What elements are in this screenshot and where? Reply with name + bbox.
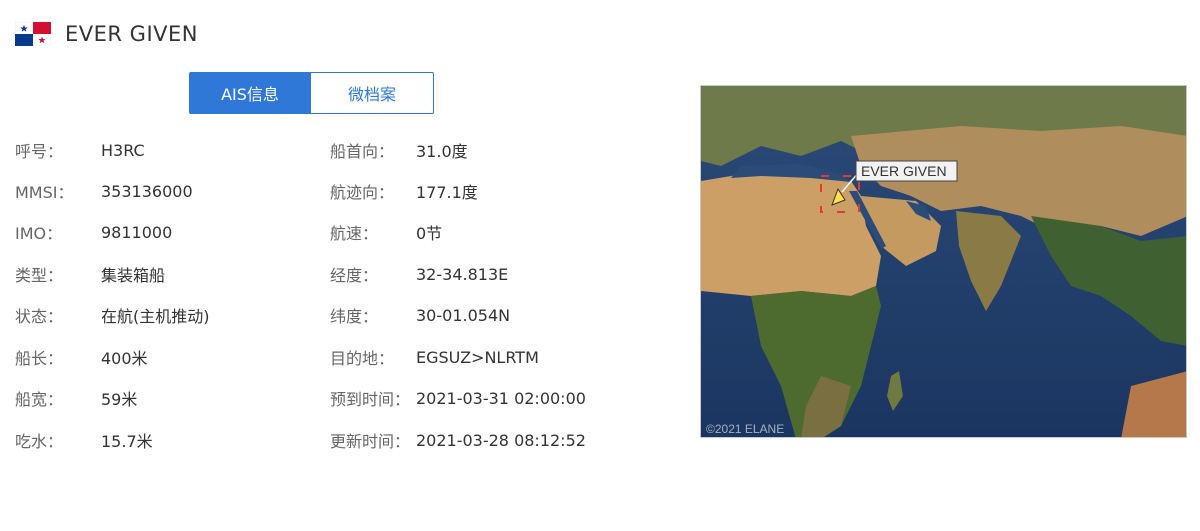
- imo-value: 9811000: [101, 222, 173, 242]
- status-label: 状态：: [15, 307, 64, 326]
- mmsi-value: 353136000: [101, 181, 193, 201]
- mmsi-label: MMSI：: [15, 183, 74, 202]
- draught-label: 吃水：: [15, 432, 64, 451]
- info-row-imo: IMO： 9811000: [15, 212, 172, 252]
- info-row-mmsi: MMSI： 353136000: [15, 171, 193, 211]
- speed-label: 航速：: [330, 224, 379, 243]
- draught-value: 15.7米: [101, 432, 153, 451]
- info-row-destination: 目的地： EGSUZ>NLRTM: [330, 337, 539, 377]
- info-row-latitude: 纬度： 30-01.054N: [330, 295, 510, 335]
- course-value: 177.1度: [416, 183, 478, 202]
- ship-label-tag: EVER GIVEN: [855, 160, 958, 182]
- ship-position-map[interactable]: EVER GIVEN ©2021 ELANE: [700, 85, 1187, 438]
- satellite-map-image[interactable]: EVER GIVEN ©2021 ELANE: [701, 86, 1187, 438]
- eta-value: 2021-03-31 02:00:00: [416, 388, 586, 408]
- course-label: 航迹向：: [330, 183, 395, 202]
- info-row-type: 类型： 集装箱船: [15, 254, 165, 294]
- status-value: 在航(主机推动): [101, 307, 210, 326]
- panama-flag-icon: [15, 22, 51, 46]
- length-label: 船长：: [15, 349, 64, 368]
- callsign-value: H3RC: [101, 140, 145, 160]
- destination-value: EGSUZ>NLRTM: [416, 347, 539, 367]
- type-label: 类型：: [15, 266, 64, 285]
- info-row-heading: 船首向： 31.0度: [330, 130, 468, 170]
- imo-label: IMO：: [15, 224, 63, 243]
- info-row-eta: 预到时间： 2021-03-31 02:00:00: [330, 378, 586, 418]
- map-copyright: ©2021 ELANE: [706, 422, 784, 436]
- type-value: 集装箱船: [101, 266, 166, 285]
- latitude-value: 30-01.054N: [416, 305, 511, 325]
- info-row-longitude: 经度： 32-34.813E: [330, 254, 508, 294]
- longitude-value: 32-34.813E: [416, 264, 509, 284]
- info-tabs: AIS信息 微档案: [189, 72, 434, 114]
- updated-value: 2021-03-28 08:12:52: [416, 430, 586, 450]
- beam-value: 59米: [101, 390, 138, 409]
- tab-ais-info[interactable]: AIS信息: [189, 72, 311, 114]
- longitude-label: 经度：: [330, 266, 379, 285]
- ship-name: EVER GIVEN: [65, 22, 198, 46]
- callsign-label: 呼号：: [15, 142, 64, 161]
- updated-label: 更新时间：: [330, 432, 411, 451]
- latitude-label: 纬度：: [330, 307, 379, 326]
- destination-label: 目的地：: [330, 349, 395, 368]
- beam-label: 船宽：: [15, 390, 64, 409]
- info-row-length: 船长： 400米: [15, 337, 148, 377]
- heading-value: 31.0度: [416, 142, 468, 161]
- tab-micro-archive[interactable]: 微档案: [311, 72, 434, 114]
- info-row-speed: 航速： 0节: [330, 212, 442, 252]
- eta-label: 预到时间：: [330, 390, 411, 409]
- speed-value: 0节: [416, 224, 443, 243]
- info-row-beam: 船宽： 59米: [15, 378, 137, 418]
- info-row-updated: 更新时间： 2021-03-28 08:12:52: [330, 420, 586, 460]
- map-ship-label: EVER GIVEN: [861, 163, 947, 179]
- info-row-course: 航迹向： 177.1度: [330, 171, 478, 211]
- heading-label: 船首向：: [330, 142, 395, 161]
- length-value: 400米: [101, 349, 148, 368]
- info-row-status: 状态： 在航(主机推动): [15, 295, 210, 335]
- ship-header: EVER GIVEN: [15, 22, 198, 46]
- info-row-draught: 吃水： 15.7米: [15, 420, 153, 460]
- info-row-callsign: 呼号： H3RC: [15, 130, 145, 170]
